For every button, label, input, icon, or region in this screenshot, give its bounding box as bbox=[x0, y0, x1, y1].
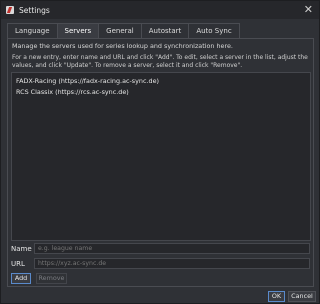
name-label: Name bbox=[11, 245, 32, 253]
window-title: Settings bbox=[19, 5, 50, 15]
url-label: URL bbox=[11, 260, 25, 268]
add-button[interactable]: Add bbox=[11, 273, 31, 284]
close-icon[interactable]: ✕ bbox=[304, 3, 313, 17]
tab-general[interactable]: General bbox=[98, 23, 142, 39]
settings-window: Settings ✕ Language Servers General Auto… bbox=[0, 0, 320, 304]
panel-instructions: For a new entry, enter name and URL and … bbox=[12, 54, 308, 69]
tab-servers[interactable]: Servers bbox=[56, 23, 100, 39]
app-icon bbox=[6, 6, 14, 14]
url-input[interactable] bbox=[34, 258, 310, 269]
server-list-item[interactable]: FADX-Racing (https://fadx-racing.ac-sync… bbox=[16, 77, 159, 85]
tab-bar: Language Servers General Autostart Auto … bbox=[7, 23, 240, 39]
server-list[interactable]: FADX-Racing (https://fadx-racing.ac-sync… bbox=[11, 72, 311, 241]
panel-description: Manage the servers used for series looku… bbox=[12, 42, 233, 50]
name-input[interactable] bbox=[34, 243, 310, 254]
title-bar: Settings ✕ bbox=[1, 1, 319, 19]
ok-button[interactable]: OK bbox=[268, 291, 285, 302]
servers-panel: Manage the servers used for series looku… bbox=[7, 38, 314, 287]
cancel-button[interactable]: Cancel bbox=[288, 291, 316, 302]
tab-autostart[interactable]: Autostart bbox=[140, 23, 190, 39]
tab-language[interactable]: Language bbox=[7, 23, 58, 39]
tab-auto-sync[interactable]: Auto Sync bbox=[188, 23, 240, 39]
server-list-item[interactable]: RCS Classix (https://rcs.ac-sync.de) bbox=[16, 88, 129, 96]
remove-button[interactable]: Remove bbox=[36, 273, 67, 284]
